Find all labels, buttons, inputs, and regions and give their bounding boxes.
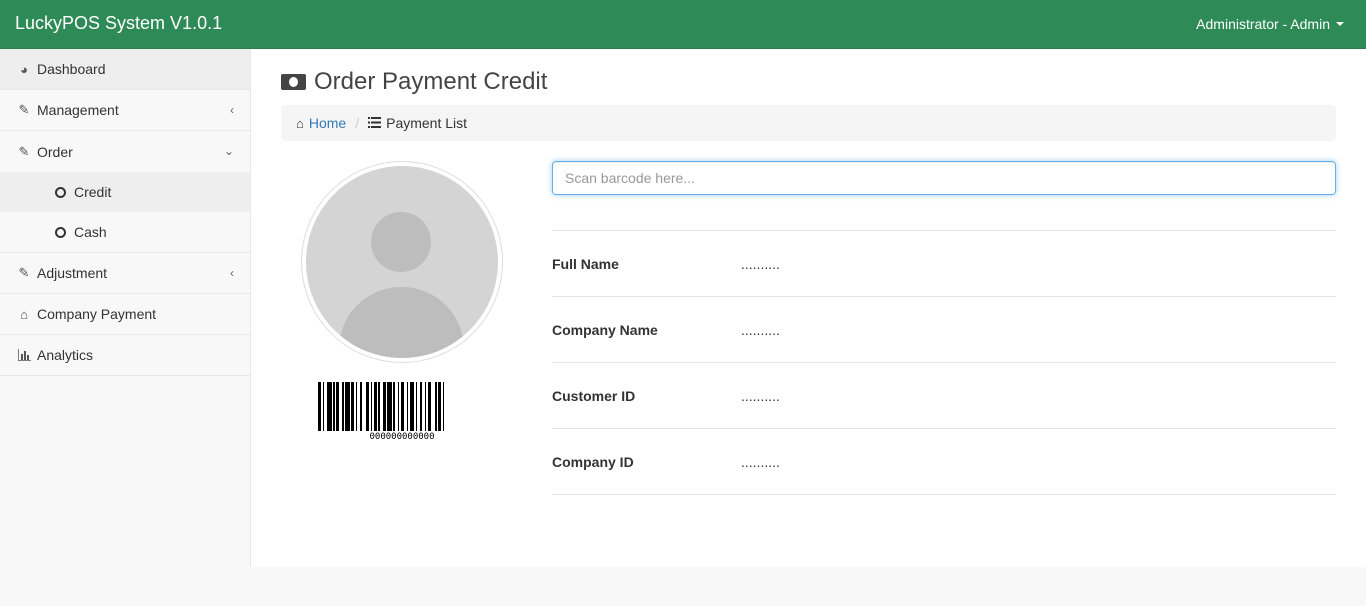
breadcrumb-home-label: Home bbox=[308, 115, 347, 131]
page-title: Order Payment Credit bbox=[281, 68, 547, 96]
info-label: Company ID bbox=[552, 453, 634, 470]
sidebar-subitem-label: Cash bbox=[74, 224, 107, 240]
info-row-full-name: Full Name .......... bbox=[552, 231, 1336, 297]
sidebar-item-label: Order bbox=[37, 143, 73, 160]
info-value: .......... bbox=[741, 387, 780, 404]
info-row-customer-id: Customer ID .......... bbox=[552, 363, 1336, 429]
sidebar-subitem-cash[interactable]: Cash bbox=[0, 212, 250, 252]
user-name: Administrator - Admin bbox=[1196, 16, 1330, 32]
barcode-bars bbox=[318, 382, 486, 431]
caret-down-icon bbox=[1336, 22, 1344, 26]
breadcrumb-home-link[interactable]: ⌂ Home bbox=[296, 115, 346, 131]
edit-icon: ✎ bbox=[18, 143, 30, 159]
info-label: Customer ID bbox=[552, 387, 636, 404]
info-label: Company Name bbox=[552, 321, 658, 338]
customer-info-table: Full Name .......... Company Name ......… bbox=[552, 230, 1336, 495]
home-icon: ⌂ bbox=[296, 115, 304, 131]
top-navbar: LuckyPOS System V1.0.1 Administrator - A… bbox=[0, 0, 1366, 49]
main-content: Order Payment Credit ⌂ Home / Payment Li… bbox=[251, 49, 1366, 567]
avatar-placeholder-icon bbox=[306, 166, 498, 358]
sidebar-item-management[interactable]: ✎ Management ‹ bbox=[0, 90, 250, 131]
edit-icon: ✎ bbox=[18, 102, 30, 117]
list-icon bbox=[368, 115, 382, 131]
sidebar-item-order[interactable]: ✎ Order ⌄ bbox=[0, 131, 250, 172]
sidebar-item-dashboard[interactable]: ◕ Dashboard bbox=[0, 49, 250, 90]
sidebar-subitem-label: Credit bbox=[74, 184, 112, 200]
breadcrumb-current-label: Payment List bbox=[386, 115, 468, 131]
chevron-left-icon: ‹ bbox=[230, 266, 234, 280]
info-row-company-name: Company Name .......... bbox=[552, 297, 1336, 363]
home-icon: ⌂ bbox=[20, 306, 28, 322]
sidebar: ◕ Dashboard ✎ Management ‹ ✎ Order ⌄ Cre… bbox=[0, 49, 251, 567]
breadcrumb-separator: / bbox=[355, 115, 360, 131]
chevron-down-icon: ⌄ bbox=[223, 144, 234, 158]
chevron-left-icon: ‹ bbox=[230, 103, 234, 117]
circle-icon bbox=[55, 226, 66, 238]
info-label: Full Name bbox=[552, 255, 619, 272]
sidebar-item-label: Analytics bbox=[37, 347, 94, 363]
page-title-text: Order Payment Credit bbox=[314, 68, 548, 95]
dashboard-icon: ◕ bbox=[20, 61, 28, 77]
brand-link[interactable]: LuckyPOS System V1.0.1 bbox=[15, 13, 222, 34]
info-value: .......... bbox=[741, 321, 780, 338]
barcode-scan-input[interactable] bbox=[552, 161, 1336, 195]
customer-avatar bbox=[301, 161, 503, 363]
sidebar-subitem-credit[interactable]: Credit bbox=[0, 172, 250, 212]
footer-area bbox=[0, 567, 1366, 606]
breadcrumb: ⌂ Home / Payment List bbox=[281, 105, 1336, 141]
sidebar-item-analytics[interactable]: Analytics bbox=[0, 335, 250, 376]
bar-chart-icon bbox=[17, 348, 31, 362]
info-value: .......... bbox=[741, 255, 780, 272]
info-row-company-id: Company ID .......... bbox=[552, 429, 1336, 495]
circle-icon bbox=[55, 186, 66, 198]
sidebar-item-adjustment[interactable]: ✎ Adjustment ‹ bbox=[0, 253, 250, 294]
order-submenu: Credit Cash bbox=[0, 172, 250, 253]
barcode-number: 000000000000 bbox=[369, 432, 435, 442]
sidebar-item-label: Dashboard bbox=[37, 61, 106, 77]
info-value: .......... bbox=[741, 453, 780, 470]
user-menu[interactable]: Administrator - Admin bbox=[1196, 16, 1344, 32]
sidebar-item-label: Management bbox=[37, 102, 119, 118]
sidebar-item-company-payment[interactable]: ⌂ Company Payment bbox=[0, 294, 250, 335]
sidebar-item-label: Adjustment bbox=[37, 265, 108, 281]
breadcrumb-current: Payment List bbox=[368, 115, 467, 131]
edit-icon: ✎ bbox=[18, 265, 30, 280]
customer-barcode: 000000000000 bbox=[318, 382, 486, 442]
sidebar-item-label: Company Payment bbox=[37, 306, 157, 322]
money-icon bbox=[281, 74, 306, 90]
